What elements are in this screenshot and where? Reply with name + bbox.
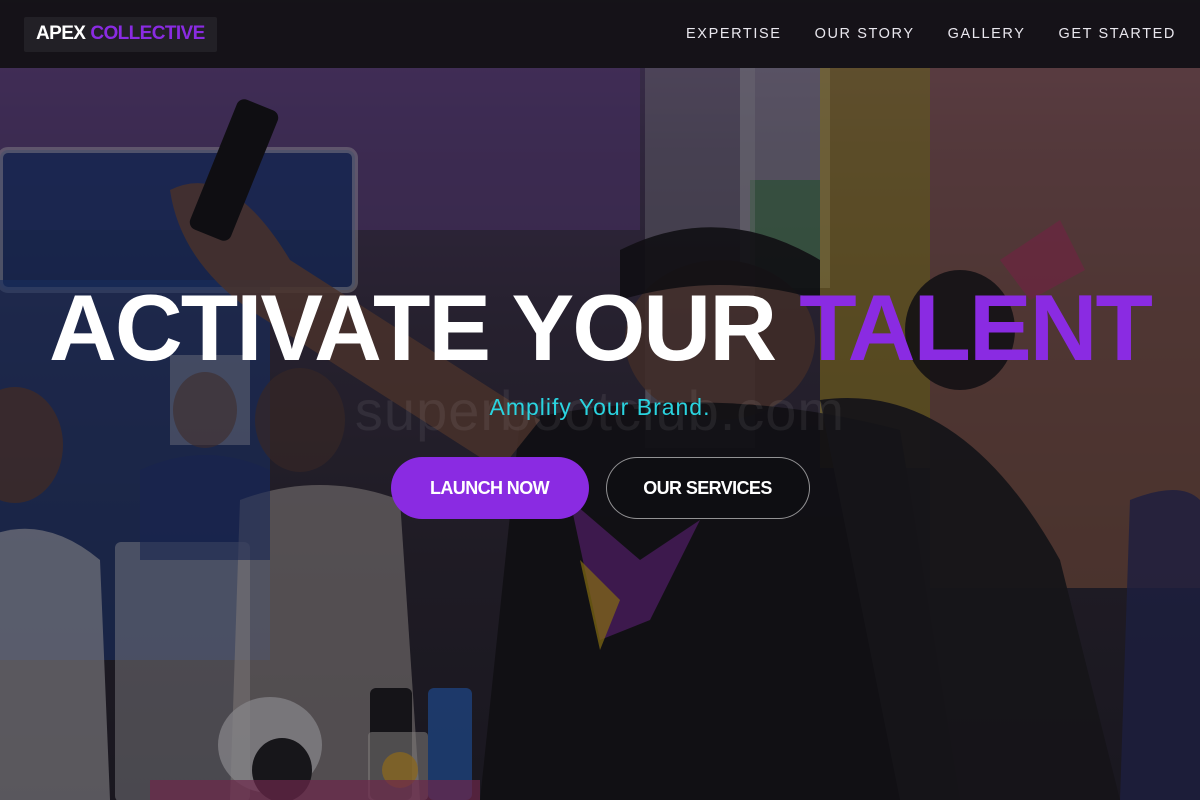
hero-cta-group: LAUNCH NOW OUR SERVICES bbox=[0, 457, 1200, 519]
hero-subheadline: Amplify Your Brand. bbox=[489, 394, 711, 420]
hero-headline-accent: TALENT bbox=[799, 275, 1153, 380]
top-navbar: APEX COLLECTIVE EXPERTISE OUR STORY GALL… bbox=[0, 0, 1200, 68]
hero-headline: ACTIVATE YOUR TALENT bbox=[0, 278, 1200, 378]
nav-link-expertise[interactable]: EXPERTISE bbox=[686, 26, 782, 42]
nav-link-get-started[interactable]: GET STARTED bbox=[1058, 26, 1176, 42]
brand-name-part2: COLLECTIVE bbox=[90, 23, 205, 44]
launch-now-button[interactable]: LAUNCH NOW bbox=[390, 457, 589, 519]
our-services-button[interactable]: OUR SERVICES bbox=[605, 457, 810, 519]
nav-link-our-story[interactable]: OUR STORY bbox=[815, 26, 915, 42]
nav-links: EXPERTISE OUR STORY GALLERY GET STARTED bbox=[686, 26, 1176, 42]
nav-link-gallery[interactable]: GALLERY bbox=[948, 26, 1026, 42]
brand-name-part1: APEX bbox=[36, 23, 86, 44]
hero-headline-main: ACTIVATE YOUR bbox=[49, 275, 800, 380]
brand-logo[interactable]: APEX COLLECTIVE bbox=[24, 16, 217, 52]
